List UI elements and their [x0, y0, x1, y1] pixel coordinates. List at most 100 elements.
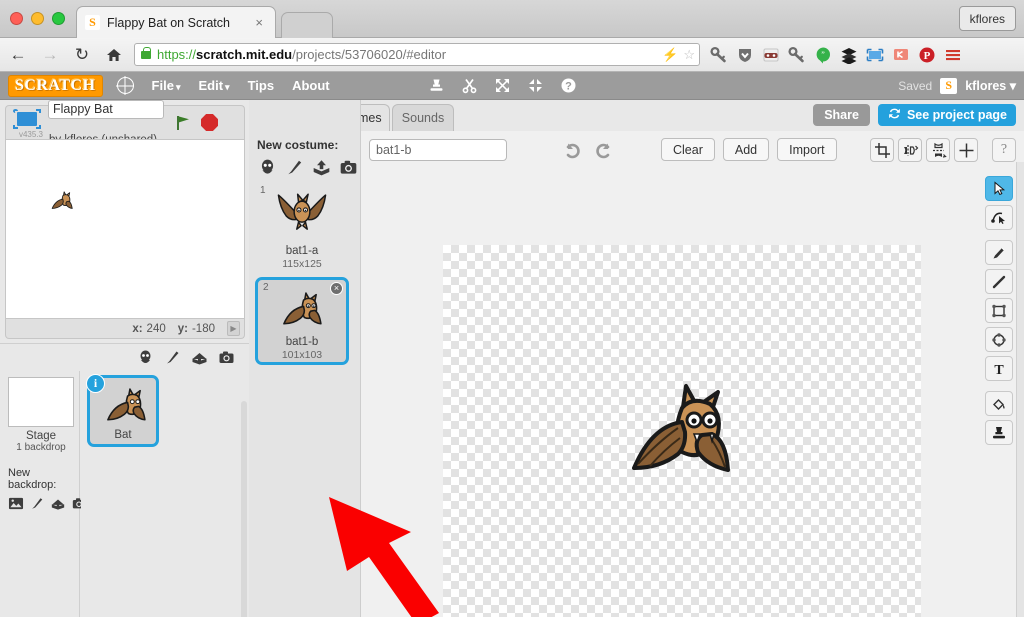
stage-sprite-bat[interactable]: [48, 188, 76, 214]
redo-icon[interactable]: [591, 139, 614, 162]
sprite-list: i Bat: [81, 371, 249, 617]
reload-icon[interactable]: ↻: [68, 41, 96, 69]
key2-icon[interactable]: [786, 44, 807, 65]
clear-button[interactable]: Clear: [661, 138, 715, 161]
flip-horizontal-icon[interactable]: [898, 138, 922, 162]
paint-backdrop-icon[interactable]: [29, 495, 45, 512]
paint-canvas[interactable]: [443, 245, 921, 617]
shield-icon[interactable]: [734, 44, 755, 65]
menu-tips[interactable]: Tips: [248, 78, 275, 93]
project-title-input[interactable]: [48, 99, 164, 119]
scratch-logo[interactable]: SCRATCH: [8, 74, 103, 97]
forward-icon[interactable]: →: [36, 41, 64, 69]
close-window-button[interactable]: [10, 12, 23, 25]
upload-backdrop-icon[interactable]: [50, 495, 66, 512]
choose-costume-icon[interactable]: [258, 158, 277, 177]
menu-file[interactable]: File ▾: [152, 78, 181, 93]
arrows-loop-icon: [887, 107, 902, 123]
paint-editor: Clear Add Import: [361, 131, 1024, 617]
crop-icon[interactable]: [870, 138, 894, 162]
home-icon[interactable]: [100, 41, 128, 69]
select-tool[interactable]: [985, 176, 1013, 201]
reshape-tool[interactable]: [985, 205, 1013, 230]
see-project-page-button[interactable]: See project page: [877, 104, 1016, 126]
import-button[interactable]: Import: [777, 138, 837, 161]
svg-text:P: P: [923, 50, 930, 62]
text-tool[interactable]: T: [985, 356, 1013, 381]
rectangle-tool[interactable]: [985, 298, 1013, 323]
costume-size: 115x125: [282, 258, 322, 270]
set-center-icon[interactable]: [954, 138, 978, 162]
buffer-layers-icon[interactable]: [838, 44, 859, 65]
green-flag-icon[interactable]: [174, 114, 192, 132]
menu-about[interactable]: About: [292, 78, 330, 93]
sprite-list-scrollbar[interactable]: [241, 401, 247, 617]
stamp-tool[interactable]: [985, 420, 1013, 445]
scissors-icon[interactable]: [461, 77, 478, 94]
costume-item-1[interactable]: 1 bat1-a 115x125: [255, 183, 349, 271]
camera-costume-icon[interactable]: [339, 158, 358, 177]
back-icon[interactable]: ←: [4, 41, 32, 69]
flip-vertical-icon[interactable]: [926, 138, 950, 162]
paint-sprite-icon[interactable]: [164, 349, 181, 366]
fill-tool[interactable]: [985, 391, 1013, 416]
browser-menu-icon[interactable]: [942, 44, 963, 65]
stage-selector[interactable]: Stage 1 backdrop New backdrop:: [3, 371, 86, 617]
menu-edit[interactable]: Edit ▾: [198, 78, 229, 93]
maximize-window-button[interactable]: [52, 12, 65, 25]
bookmark-star-icon[interactable]: ☆: [683, 47, 695, 63]
costume-index: 1: [260, 185, 266, 196]
choose-backdrop-icon[interactable]: [8, 495, 24, 512]
scratch-user-icon[interactable]: S: [940, 77, 958, 94]
browser-tab[interactable]: S Flappy Bat on Scratch ×: [76, 6, 276, 38]
camera-sprite-icon[interactable]: [218, 349, 235, 366]
pinterest-icon[interactable]: P: [916, 44, 937, 65]
key-icon[interactable]: [708, 44, 729, 65]
address-bar[interactable]: https://scratch.mit.edu/projects/5370602…: [134, 43, 700, 66]
paint-action-buttons: Clear Add Import: [661, 138, 837, 161]
paint-costume-icon[interactable]: [285, 158, 304, 177]
extension-strip: ” P: [708, 44, 963, 65]
stamp-icon[interactable]: [428, 77, 445, 94]
upload-costume-icon[interactable]: [312, 158, 331, 177]
expand-stage-icon[interactable]: ▶: [227, 321, 240, 336]
new-tab-button[interactable]: [281, 12, 333, 38]
account-menu[interactable]: kflores ▾: [965, 78, 1016, 93]
stage-canvas[interactable]: [5, 139, 245, 319]
browser-profile-chip[interactable]: kflores: [958, 6, 1016, 31]
right-rail-scrollbar[interactable]: [1016, 162, 1024, 617]
shrink-icon[interactable]: [527, 77, 544, 94]
stop-icon[interactable]: [201, 114, 218, 131]
minimize-window-button[interactable]: [31, 12, 44, 25]
costume-item-2[interactable]: 2 × bat1-b 101x103: [255, 277, 349, 365]
mask-icon[interactable]: [760, 44, 781, 65]
pencil-tool[interactable]: [985, 240, 1013, 265]
tab-sounds[interactable]: Sounds: [392, 104, 454, 131]
sprite-pane: Stage 1 backdrop New backdrop: i Bat: [0, 343, 249, 617]
surprise-sprite-icon[interactable]: [137, 349, 154, 366]
close-icon[interactable]: ×: [251, 15, 267, 30]
undo-icon[interactable]: [561, 139, 584, 162]
presentation-mode-icon[interactable]: v435.3: [10, 108, 44, 139]
globe-icon[interactable]: [116, 77, 134, 94]
y-label: y:: [177, 322, 188, 335]
paint-help-icon[interactable]: ?: [992, 138, 1016, 162]
grow-icon[interactable]: [494, 77, 511, 94]
stage-thumbnail[interactable]: [8, 377, 74, 427]
hangouts-icon[interactable]: ”: [812, 44, 833, 65]
help-icon[interactable]: ?: [560, 77, 577, 94]
svg-text:T: T: [994, 363, 1004, 377]
canvas-costume-art[interactable]: [628, 370, 732, 492]
kindle-icon[interactable]: [890, 44, 911, 65]
sprite-card-bat[interactable]: i Bat: [86, 374, 159, 447]
ellipse-tool[interactable]: [985, 327, 1013, 352]
screenshot-icon[interactable]: [864, 44, 885, 65]
add-button[interactable]: Add: [722, 138, 770, 161]
costume-name-input[interactable]: [369, 139, 507, 161]
line-tool[interactable]: [985, 269, 1013, 294]
delete-costume-icon[interactable]: ×: [330, 282, 343, 295]
share-button[interactable]: Share: [813, 104, 870, 126]
lightning-icon[interactable]: ⚡: [662, 47, 678, 63]
window-traffic-lights: [10, 12, 65, 25]
upload-sprite-icon[interactable]: [191, 349, 208, 366]
